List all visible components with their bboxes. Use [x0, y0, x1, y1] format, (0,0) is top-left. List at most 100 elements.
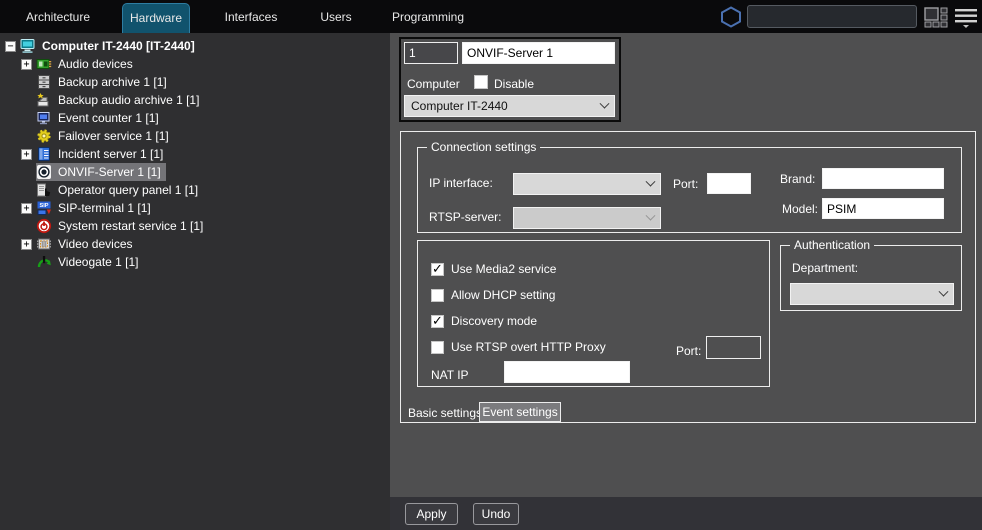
options-group: Use Media2 service Allow DHCP setting Di… — [417, 240, 770, 387]
computer-label: Computer — [407, 77, 460, 91]
settings-pane: Computer Disable Computer IT-2440 Connec… — [390, 33, 982, 497]
tree-item-label: Operator query panel 1 [1] — [56, 183, 200, 197]
brand-label: Brand: — [780, 172, 815, 186]
collapse-toggle-icon[interactable]: − — [5, 41, 16, 52]
hexagon-icon — [720, 6, 742, 31]
tree-item-backup-audio-archive[interactable]: Backup audio archive 1 [1] — [0, 91, 390, 109]
chevron-down-icon — [939, 286, 949, 296]
apply-button[interactable]: Apply — [405, 503, 458, 525]
tree-item-label: SIP-terminal 1 [1] — [56, 201, 153, 215]
backup-audio-archive-icon — [36, 92, 52, 108]
rtsp-proxy-label: Use RTSP overt HTTP Proxy — [451, 340, 606, 354]
search-input[interactable] — [747, 5, 917, 28]
backup-archive-icon — [36, 74, 52, 90]
expand-toggle-icon[interactable]: + — [21, 149, 32, 160]
video-devices-icon — [36, 236, 52, 252]
tab-basic-settings[interactable]: Basic settings — [408, 406, 482, 420]
proxy-port-label: Port: — [676, 344, 701, 358]
tree-item-audio-devices[interactable]: + Audio devices — [0, 55, 390, 73]
chevron-down-icon — [600, 98, 610, 108]
connection-settings-group: Connection settings IP interface: Port: … — [417, 147, 962, 233]
tab-users[interactable]: Users — [306, 3, 366, 33]
settings-tab-panel: Connection settings IP interface: Port: … — [400, 131, 976, 423]
object-identity-panel: Computer Disable Computer IT-2440 — [399, 37, 621, 122]
tree-item-system-restart-service[interactable]: System restart service 1 [1] — [0, 217, 390, 235]
rtsp-server-select[interactable] — [513, 207, 661, 229]
failover-service-icon — [36, 128, 52, 144]
department-label: Department: — [792, 261, 858, 275]
event-counter-icon — [36, 110, 52, 126]
tree-item-label: Incident server 1 [1] — [56, 147, 165, 161]
onvif-icon — [36, 164, 52, 180]
ip-interface-select[interactable] — [513, 173, 661, 195]
hamburger-menu-icon[interactable] — [954, 8, 978, 31]
tree-item-event-counter[interactable]: Event counter 1 [1] — [0, 109, 390, 127]
tree-item-label: Computer IT-2440 [IT-2440] — [40, 39, 197, 53]
expand-toggle-icon[interactable]: + — [21, 203, 32, 214]
sip-terminal-icon: SIP — [36, 200, 52, 216]
connection-settings-title: Connection settings — [427, 140, 540, 154]
tab-programming[interactable]: Programming — [386, 3, 470, 33]
object-id-field[interactable] — [404, 42, 458, 64]
device-tree: − Computer IT-2440 [IT-2440] + Audio dev… — [0, 33, 390, 530]
tree-item-label: System restart service 1 [1] — [56, 219, 205, 233]
system-restart-icon — [36, 218, 52, 234]
tree-item-video-devices[interactable]: + Video devices — [0, 235, 390, 253]
tab-hardware[interactable]: Hardware — [122, 3, 190, 33]
tree-item-incident-server[interactable]: + Incident server 1 [1] — [0, 145, 390, 163]
tree-item-backup-archive[interactable]: Backup archive 1 [1] — [0, 73, 390, 91]
discovery-mode-label: Discovery mode — [451, 314, 537, 328]
undo-button[interactable]: Undo — [473, 503, 519, 525]
chevron-down-icon — [646, 210, 656, 220]
discovery-mode-checkbox[interactable] — [431, 315, 444, 328]
expand-toggle-icon[interactable]: + — [21, 239, 32, 250]
tree-item-label: Backup audio archive 1 [1] — [56, 93, 201, 107]
tree-item-label: Backup archive 1 [1] — [56, 75, 169, 89]
computer-icon — [20, 38, 36, 54]
authentication-group: Authentication Department: — [780, 245, 962, 311]
brand-input[interactable] — [822, 168, 944, 189]
port-input[interactable] — [707, 173, 751, 194]
rtsp-server-label: RTSP-server: — [429, 210, 501, 224]
tree-item-label: Audio devices — [56, 57, 135, 71]
tree-item-operator-query-panel[interactable]: Operator query panel 1 [1] — [0, 181, 390, 199]
model-input[interactable] — [822, 198, 944, 219]
svg-text:SIP: SIP — [39, 203, 48, 209]
computer-select-value: Computer IT-2440 — [411, 99, 508, 113]
chevron-down-icon — [646, 176, 656, 186]
disable-checkbox[interactable] — [474, 75, 488, 89]
computer-select[interactable]: Computer IT-2440 — [404, 95, 615, 117]
tree-item-label: Video devices — [56, 237, 135, 251]
tree-item-computer[interactable]: − Computer IT-2440 [IT-2440] — [0, 37, 390, 55]
videogate-icon — [36, 254, 52, 270]
monitor-grid-icon[interactable] — [924, 7, 951, 31]
tree-item-sip-terminal[interactable]: + SIP SIP-terminal 1 [1] — [0, 199, 390, 217]
tab-event-settings[interactable]: Event settings — [479, 402, 561, 422]
tab-interfaces[interactable]: Interfaces — [214, 3, 288, 33]
allow-dhcp-label: Allow DHCP setting — [451, 288, 555, 302]
tree-item-label: ONVIF-Server 1 [1] — [56, 165, 163, 179]
use-media2-checkbox[interactable] — [431, 263, 444, 276]
department-select[interactable] — [790, 283, 954, 305]
tree-item-videogate[interactable]: Videogate 1 [1] — [0, 253, 390, 271]
nat-ip-input[interactable] — [504, 361, 630, 383]
authentication-title: Authentication — [790, 238, 874, 252]
port-label: Port: — [673, 177, 698, 191]
allow-dhcp-checkbox[interactable] — [431, 289, 444, 302]
audio-devices-icon — [36, 56, 52, 72]
rtsp-proxy-checkbox[interactable] — [431, 341, 444, 354]
operator-query-icon — [36, 182, 52, 198]
object-name-field[interactable] — [462, 42, 615, 64]
use-media2-label: Use Media2 service — [451, 262, 556, 276]
tree-item-label: Videogate 1 [1] — [56, 255, 141, 269]
application-window: Architecture Hardware Interfaces Users P… — [0, 0, 982, 530]
tree-item-onvif-server[interactable]: ONVIF-Server 1 [1] — [0, 163, 390, 181]
expand-toggle-icon[interactable]: + — [21, 59, 32, 70]
tree-item-failover-service[interactable]: Failover service 1 [1] — [0, 127, 390, 145]
disable-label: Disable — [494, 77, 534, 91]
incident-server-icon — [36, 146, 52, 162]
proxy-port-input[interactable] — [706, 336, 761, 359]
tree-item-label: Event counter 1 [1] — [56, 111, 161, 125]
tab-architecture[interactable]: Architecture — [20, 3, 96, 33]
top-navigation-bar: Architecture Hardware Interfaces Users P… — [0, 0, 982, 33]
